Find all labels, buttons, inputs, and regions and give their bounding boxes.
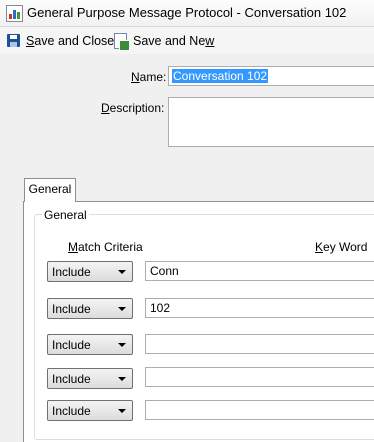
match-criteria-value: Include <box>52 265 91 279</box>
match-criteria-dropdown-3[interactable]: Include <box>47 334 133 355</box>
description-label: Description: <box>101 101 165 115</box>
description-field[interactable] <box>168 97 374 147</box>
match-criteria-dropdown-4[interactable]: Include <box>47 368 133 389</box>
match-criteria-dropdown-5[interactable]: Include <box>47 400 133 421</box>
match-criteria-value: Include <box>52 372 91 386</box>
chevron-down-icon <box>118 343 126 347</box>
save-and-close-label: Save and Close <box>26 34 115 48</box>
keyword-field-2[interactable]: 102 <box>145 298 374 318</box>
keyword-field-3[interactable] <box>145 334 374 354</box>
name-label: Name: <box>131 70 167 84</box>
keyword-value: 102 <box>150 301 171 315</box>
name-field[interactable]: Conversation 102 <box>168 66 374 86</box>
keyword-field-5[interactable] <box>145 400 374 420</box>
keyword-value: Conn <box>150 264 179 278</box>
match-criteria-header: Match Criteria <box>68 240 143 254</box>
keyword-field-4[interactable] <box>145 367 374 387</box>
save-icon <box>6 33 22 49</box>
chart-app-icon <box>6 5 23 22</box>
name-field-value: Conversation 102 <box>172 69 269 83</box>
save-and-close-button[interactable]: Save and Close <box>6 31 114 51</box>
keyword-field-1[interactable]: Conn <box>145 261 374 281</box>
chevron-down-icon <box>118 307 126 311</box>
save-and-new-button[interactable]: Save and New <box>113 31 214 51</box>
chevron-down-icon <box>118 270 126 274</box>
match-criteria-dropdown-1[interactable]: Include <box>47 261 133 282</box>
toolbar: Save and Close Save and New <box>0 27 374 54</box>
chevron-down-icon <box>118 377 126 381</box>
groupbox-title: General <box>42 208 89 222</box>
save-new-icon <box>113 33 130 51</box>
match-criteria-value: Include <box>52 404 91 418</box>
tab-general[interactable]: General <box>24 178 76 202</box>
match-criteria-value: Include <box>52 338 91 352</box>
window-title: General Purpose Message Protocol - Conve… <box>27 5 347 20</box>
chevron-down-icon <box>118 409 126 413</box>
save-and-new-label: Save and New <box>133 34 215 48</box>
title-bar: General Purpose Message Protocol - Conve… <box>0 0 374 27</box>
match-criteria-value: Include <box>52 302 91 316</box>
key-word-header: Key Word <box>315 240 368 254</box>
match-criteria-dropdown-2[interactable]: Include <box>47 298 133 319</box>
